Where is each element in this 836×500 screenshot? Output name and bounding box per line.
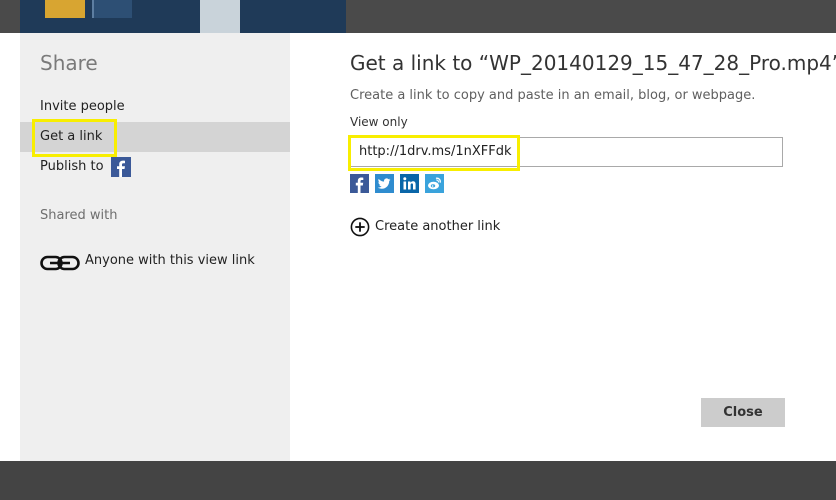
highlight-box: [32, 119, 117, 157]
shared-with-heading: Shared with: [40, 208, 118, 223]
dialog-gutter: [0, 33, 20, 461]
photo-thumbnail: [200, 0, 240, 33]
page-title: Get a link to “WP_20140129_15_47_28_Pro.…: [350, 51, 836, 75]
photo-thumbnail: [92, 0, 132, 18]
link-icon: [40, 255, 80, 271]
sidebar-item-invite-people[interactable]: Invite people: [20, 92, 290, 122]
facebook-icon[interactable]: [350, 174, 369, 193]
weibo-icon[interactable]: [425, 174, 444, 193]
sidebar-item-label: Invite people: [40, 99, 125, 114]
linkedin-icon[interactable]: [400, 174, 419, 193]
link-permission-label: Anyone with this view link: [85, 253, 255, 268]
share-dialog: Share Invite people Get a link Publish t…: [0, 33, 836, 461]
share-sidebar: Share Invite people Get a link Publish t…: [20, 33, 290, 461]
twitter-icon[interactable]: [375, 174, 394, 193]
close-button[interactable]: Close: [701, 398, 785, 427]
facebook-icon[interactable]: [111, 157, 131, 177]
background-bottom: [0, 461, 836, 500]
page-description: Create a link to copy and paste in an em…: [350, 88, 756, 103]
sidebar-title: Share: [40, 51, 98, 75]
view-only-label: View only: [350, 115, 408, 129]
plus-circle-icon: [350, 217, 370, 237]
create-another-link-label: Create another link: [375, 219, 501, 234]
photo-thumbnail: [45, 0, 85, 18]
highlight-box: [348, 135, 520, 171]
